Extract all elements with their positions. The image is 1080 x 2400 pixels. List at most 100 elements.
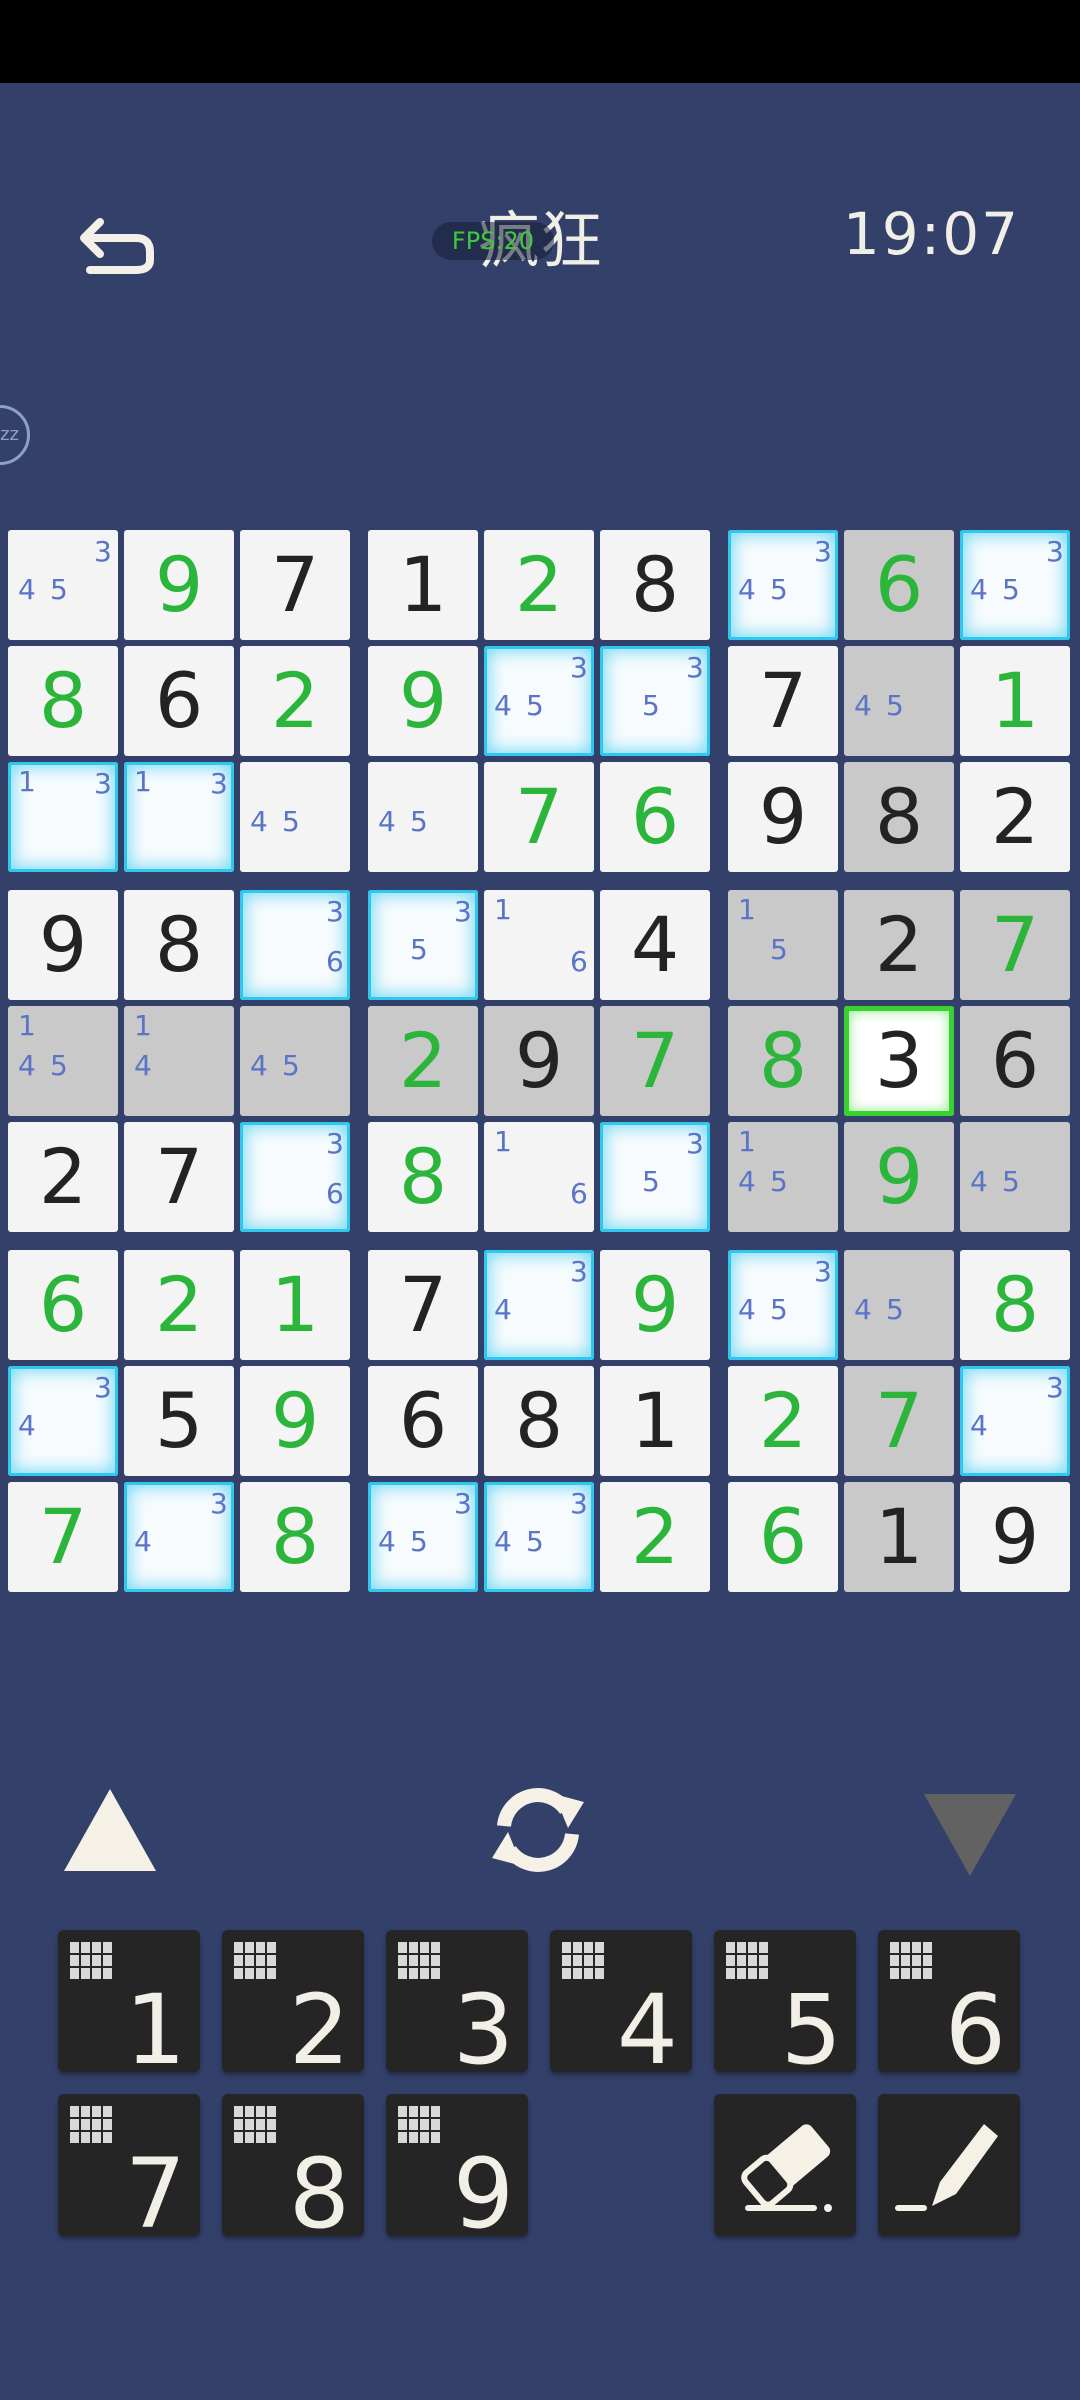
sudoku-cell[interactable]: 43	[484, 1250, 594, 1360]
number-key[interactable]: 5	[714, 1930, 856, 2078]
pencil-note: 3	[326, 1127, 344, 1160]
sudoku-cell[interactable]: 453	[728, 1250, 838, 1360]
sudoku-cell[interactable]: 7	[8, 1482, 118, 1592]
sudoku-cell[interactable]: 453	[368, 1482, 478, 1592]
number-key-digit: 7	[124, 2138, 186, 2250]
sudoku-cell[interactable]: 453	[484, 646, 594, 756]
sudoku-cell[interactable]: 2	[124, 1250, 234, 1360]
number-key[interactable]: 3	[386, 1930, 528, 2078]
sudoku-cell[interactable]: 7	[368, 1250, 478, 1360]
sudoku-cell[interactable]: 2	[484, 530, 594, 640]
sudoku-cell[interactable]: 45	[240, 1006, 350, 1116]
sudoku-cell[interactable]: 7	[240, 530, 350, 640]
sudoku-cell[interactable]: 6	[368, 1366, 478, 1476]
sudoku-cell[interactable]: 8	[600, 530, 710, 640]
sudoku-cell[interactable]: 53	[600, 1122, 710, 1232]
sudoku-cell[interactable]: 1 45	[728, 1122, 838, 1232]
next-button[interactable]	[920, 1790, 1020, 1884]
sudoku-cell[interactable]: 14	[124, 1006, 234, 1116]
sudoku-cell[interactable]: 8	[728, 1006, 838, 1116]
sudoku-cell[interactable]: 453	[8, 530, 118, 640]
number-key[interactable]: 6	[878, 1930, 1020, 2078]
sudoku-cell[interactable]: 43	[124, 1482, 234, 1592]
sudoku-cell[interactable]: 36	[240, 1122, 350, 1232]
sudoku-cell[interactable]: 36	[240, 890, 350, 1000]
sudoku-cell[interactable]: 5	[124, 1366, 234, 1476]
sudoku-cell[interactable]: 1	[600, 1366, 710, 1476]
number-key[interactable]: 4	[550, 1930, 692, 2078]
sudoku-cell[interactable]: 43	[8, 1366, 118, 1476]
sudoku-cell[interactable]: 9	[728, 762, 838, 872]
number-key[interactable]: 8	[222, 2094, 364, 2242]
sudoku-cell[interactable]: 8	[484, 1366, 594, 1476]
sudoku-cell[interactable]: 453	[484, 1482, 594, 1592]
sudoku-cell[interactable]: 7	[600, 1006, 710, 1116]
sudoku-cell[interactable]: 9	[844, 1122, 954, 1232]
cycle-button[interactable]	[486, 1780, 590, 1884]
sudoku-cell[interactable]: 8	[960, 1250, 1070, 1360]
sudoku-cell[interactable]: 8	[240, 1482, 350, 1592]
sudoku-cell[interactable]: 453	[960, 530, 1070, 640]
sudoku-cell[interactable]: 8	[124, 890, 234, 1000]
sudoku-cell[interactable]: 9	[240, 1366, 350, 1476]
sudoku-cell[interactable]: 9	[8, 890, 118, 1000]
sudoku-cell[interactable]: 16	[484, 890, 594, 1000]
sudoku-cell[interactable]: 1 45	[8, 1006, 118, 1116]
sudoku-cell[interactable]: 43	[960, 1366, 1070, 1476]
sudoku-cell[interactable]: 53	[368, 890, 478, 1000]
sudoku-cell[interactable]: 6	[600, 762, 710, 872]
sudoku-cell[interactable]: 45	[960, 1122, 1070, 1232]
sudoku-cell[interactable]: 1	[368, 530, 478, 640]
sudoku-cell[interactable]: 2	[240, 646, 350, 756]
sudoku-cell[interactable]: 1	[240, 1250, 350, 1360]
sudoku-cell[interactable]: 7	[484, 762, 594, 872]
sudoku-cell[interactable]: 53	[600, 646, 710, 756]
number-key[interactable]: 9	[386, 2094, 528, 2242]
sudoku-cell[interactable]: 8	[368, 1122, 478, 1232]
sudoku-cell[interactable]: 16	[484, 1122, 594, 1232]
pause-button[interactable]: zz	[0, 405, 30, 465]
sudoku-cell[interactable]: 1	[844, 1482, 954, 1592]
sudoku-cell[interactable]: 2	[844, 890, 954, 1000]
sudoku-cell[interactable]: 13	[8, 762, 118, 872]
number-key[interactable]: 1	[58, 1930, 200, 2078]
erase-button[interactable]	[714, 2094, 856, 2236]
sudoku-cell[interactable]: 6	[728, 1482, 838, 1592]
sudoku-cell[interactable]: 1	[960, 646, 1070, 756]
sudoku-cell[interactable]: 2	[728, 1366, 838, 1476]
sudoku-cell[interactable]: 6	[844, 530, 954, 640]
sudoku-cell[interactable]: 13	[124, 762, 234, 872]
sudoku-cell[interactable]: 7	[124, 1122, 234, 1232]
sudoku-cell[interactable]: 7	[844, 1366, 954, 1476]
sudoku-cell[interactable]: 6	[124, 646, 234, 756]
sudoku-cell[interactable]: 9	[960, 1482, 1070, 1592]
sudoku-cell[interactable]: 7	[728, 646, 838, 756]
eraser-icon	[741, 2124, 832, 2212]
sudoku-cell[interactable]: 4	[600, 890, 710, 1000]
sudoku-cell[interactable]: 2	[600, 1482, 710, 1592]
sudoku-cell[interactable]: 45	[240, 762, 350, 872]
sudoku-cell[interactable]: 8	[8, 646, 118, 756]
sudoku-cell[interactable]: 2	[8, 1122, 118, 1232]
sudoku-cell[interactable]: 3	[844, 1006, 954, 1116]
sudoku-cell[interactable]: 6	[8, 1250, 118, 1360]
prev-button[interactable]	[60, 1785, 160, 1879]
sudoku-cell[interactable]: 2	[960, 762, 1070, 872]
sudoku-cell[interactable]: 9	[484, 1006, 594, 1116]
sudoku-cell[interactable]: 15	[728, 890, 838, 1000]
pencil-note: 5	[1002, 573, 1020, 606]
sudoku-cell[interactable]: 6	[960, 1006, 1070, 1116]
number-key[interactable]: 2	[222, 1930, 364, 2078]
sudoku-cell[interactable]: 8	[844, 762, 954, 872]
pencil-button[interactable]	[878, 2094, 1020, 2236]
number-key[interactable]: 7	[58, 2094, 200, 2242]
sudoku-cell[interactable]: 9	[368, 646, 478, 756]
sudoku-cell[interactable]: 2	[368, 1006, 478, 1116]
sudoku-cell[interactable]: 9	[600, 1250, 710, 1360]
sudoku-cell[interactable]: 9	[124, 530, 234, 640]
sudoku-cell[interactable]: 45	[844, 1250, 954, 1360]
sudoku-cell[interactable]: 7	[960, 890, 1070, 1000]
sudoku-cell[interactable]: 45	[368, 762, 478, 872]
sudoku-cell[interactable]: 453	[728, 530, 838, 640]
sudoku-cell[interactable]: 45	[844, 646, 954, 756]
